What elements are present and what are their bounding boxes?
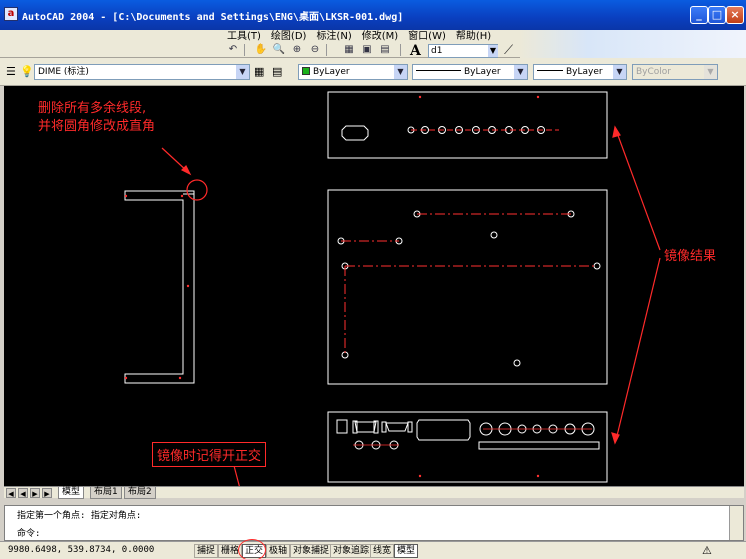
middle-panel-centerlines	[341, 213, 597, 355]
linetype-preview	[416, 70, 461, 71]
color-value: ByLayer	[313, 67, 350, 77]
make-object-layer-current-icon[interactable]: ▦	[254, 65, 264, 78]
properties-icon[interactable]: ▦	[342, 44, 356, 56]
command-prompt[interactable]: 命令:	[17, 526, 40, 539]
tab-layout2[interactable]: 布局2	[124, 487, 156, 499]
drawing-svg	[124, 91, 661, 486]
color-control-select[interactable]: ByLayer ▼	[298, 64, 408, 80]
middle-panel	[327, 189, 608, 385]
layer-previous-icon[interactable]: ▤	[272, 65, 282, 78]
linetype-control-select[interactable]: ByLayer ▼	[412, 64, 528, 80]
next-tab-icon[interactable]: ▶	[30, 488, 40, 498]
lineweight-control-select[interactable]: ByLayer ▼	[533, 64, 627, 80]
zoom-previous-icon[interactable]: ⊖	[308, 44, 322, 56]
zoom-window-icon[interactable]: ⊕	[290, 44, 304, 56]
chevron-down-icon: ▼	[704, 65, 717, 79]
delete-note-line2: 并将圆角修改成直角	[38, 119, 156, 134]
menu-help[interactable]: 帮助(H)	[451, 30, 496, 44]
toolbar-separator	[244, 44, 245, 56]
model-toggle[interactable]: 模型	[394, 544, 419, 558]
menu-window[interactable]: 窗口(W)	[403, 30, 451, 44]
delete-note-line1: 删除所有多余线段,	[38, 101, 147, 116]
linetype-value: ByLayer	[464, 67, 501, 77]
tool-palettes-icon[interactable]: ▤	[378, 44, 392, 56]
ortho-highlight-circle	[238, 539, 266, 559]
status-bar: 9980.6498, 539.8734, 0.0000 捕捉 栅格 正交 极轴 …	[0, 539, 746, 559]
undo-icon[interactable]: ↶	[226, 44, 240, 56]
menu-modify[interactable]: 修改(M)	[357, 30, 403, 44]
communication-center-icon[interactable]: ⚠	[702, 544, 712, 557]
autocad-app-icon[interactable]: a	[4, 7, 18, 21]
title-bar: a AutoCAD 2004 - [C:\Documents and Setti…	[0, 0, 746, 30]
mirror-result-note: 镜像结果	[664, 249, 717, 264]
design-center-icon[interactable]: ▣	[360, 44, 374, 56]
plotstyle-control-select: ByColor ▼	[632, 64, 718, 80]
menu-tools[interactable]: 工具(T)	[222, 30, 266, 44]
menu-bar: 工具(T) 绘图(D) 标注(N) 修改(M) 窗口(W) 帮助(H)	[222, 30, 496, 44]
layers-properties-toolbar: ☰ 💡☀ DIME (标注) ▼ ▦ ▤ ByLayer ▼ ByLayer ▼…	[0, 58, 746, 86]
tab-layout1[interactable]: 布局1	[90, 487, 122, 499]
chevron-down-icon[interactable]: ▼	[236, 65, 249, 79]
delete-segments-note: 删除所有多余线段, 并将圆角修改成直角	[38, 100, 155, 136]
layer-manager-icon[interactable]: ☰	[6, 65, 16, 78]
tab-model[interactable]: 模型	[58, 487, 85, 499]
minimize-button[interactable]: _	[690, 6, 708, 24]
lineweight-preview	[537, 70, 563, 71]
window-title: AutoCAD 2004 - [C:\Documents and Setting…	[22, 12, 404, 23]
snap-toggle[interactable]: 捕捉	[194, 544, 219, 558]
last-tab-icon[interactable]: ▶	[42, 488, 52, 498]
chevron-down-icon[interactable]: ▼	[613, 65, 626, 79]
object-snap-toggle[interactable]: 对象捕捉	[290, 544, 333, 558]
previous-tab-icon[interactable]: ◀	[18, 488, 28, 498]
profile-points	[124, 194, 190, 380]
layer-select-value: DIME (标注)	[38, 67, 89, 77]
command-scrollbar[interactable]	[729, 506, 743, 540]
menu-dimension[interactable]: 标注(N)	[311, 30, 356, 44]
u-shaped-profile	[124, 190, 195, 384]
object-tracking-toggle[interactable]: 对象追踪	[330, 544, 373, 558]
menu-draw[interactable]: 绘图(D)	[266, 30, 312, 44]
toolbar-separator	[326, 44, 327, 56]
layout-tabs: ◀ ◀ ▶ ▶ 模型 布局1 布局2	[4, 486, 744, 499]
command-history: 指定第一个角点: 指定对角点:	[17, 511, 142, 521]
bottom-panel	[327, 411, 608, 483]
coordinate-readout: 9980.6498, 539.8734, 0.0000	[8, 545, 155, 555]
chevron-down-icon[interactable]: ▼	[394, 65, 407, 79]
text-style-icon[interactable]: A	[410, 43, 421, 59]
close-button[interactable]: ×	[726, 6, 744, 24]
command-window[interactable]: 指定第一个角点: 指定对角点: 命令:	[4, 505, 744, 541]
desktop-background	[520, 30, 746, 58]
corner-highlight-circle	[186, 179, 208, 201]
layer-select[interactable]: DIME (标注) ▼	[34, 64, 250, 80]
toolbar-separator	[400, 44, 401, 56]
dimension-style-icon[interactable]: ⟋	[504, 43, 513, 58]
zoom-realtime-icon[interactable]: 🔍	[272, 44, 286, 56]
lineweight-toggle[interactable]: 线宽	[370, 544, 395, 558]
drawing-area[interactable]: 删除所有多余线段, 并将圆角修改成直角 镜像结果 镜像时记得开正交	[4, 86, 744, 486]
color-swatch	[302, 67, 310, 75]
first-tab-icon[interactable]: ◀	[6, 488, 16, 498]
pan-icon[interactable]: ✋	[254, 44, 268, 56]
chevron-down-icon[interactable]: ▼	[514, 65, 527, 79]
ortho-reminder-note: 镜像时记得开正交	[152, 442, 267, 467]
chevron-down-icon[interactable]: ▼	[488, 45, 498, 57]
lineweight-value: ByLayer	[566, 67, 603, 77]
top-panel	[327, 91, 608, 159]
polar-toggle[interactable]: 极轴	[266, 544, 291, 558]
maximize-button[interactable]: □	[708, 6, 726, 24]
plotstyle-value: ByColor	[636, 67, 671, 77]
